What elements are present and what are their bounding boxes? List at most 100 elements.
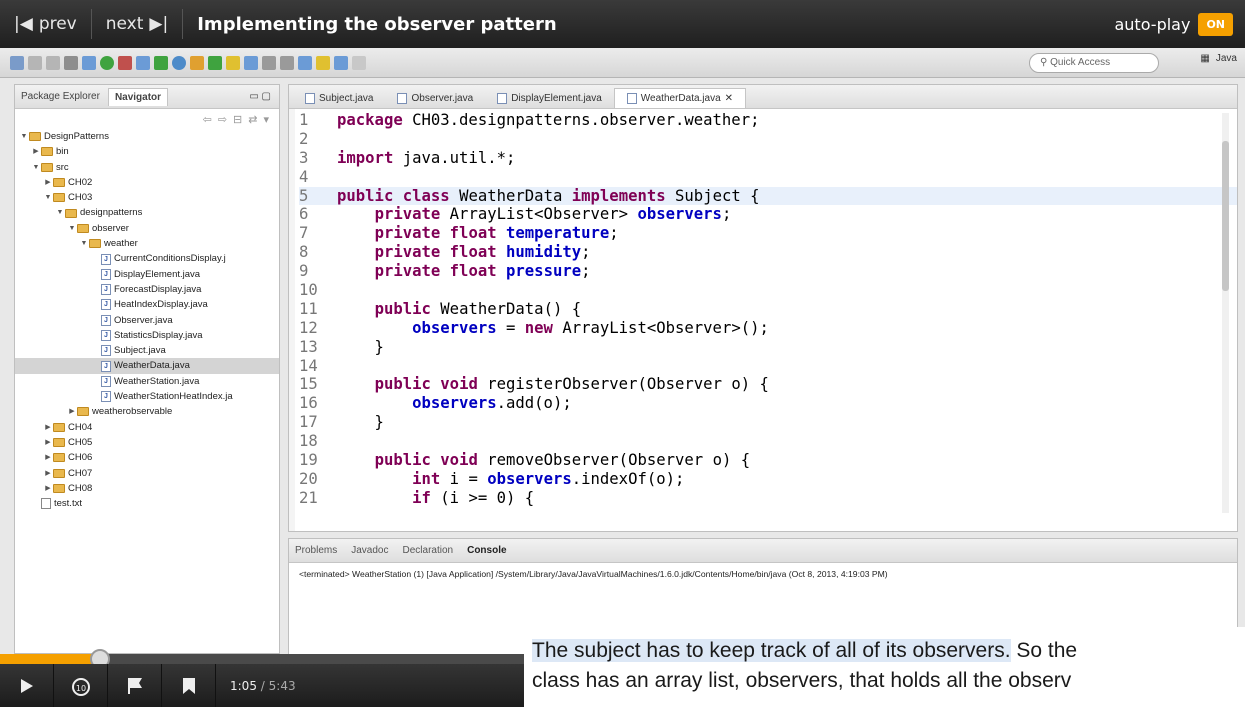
disclosure-triangle-icon[interactable]: ▼ bbox=[43, 190, 53, 205]
tree-item[interactable]: ▶ CH05 bbox=[15, 435, 279, 450]
save-all-icon[interactable] bbox=[46, 55, 60, 70]
disclosure-triangle-icon[interactable]: ▼ bbox=[31, 160, 41, 175]
whitespace-icon[interactable] bbox=[280, 55, 294, 70]
code-line[interactable]: 19 public void removeObserver(Observer o… bbox=[299, 451, 769, 470]
code-line[interactable]: 7 private float temperature; bbox=[299, 224, 769, 243]
code-line[interactable]: 17 } bbox=[299, 413, 769, 432]
disclosure-triangle-icon[interactable]: ▼ bbox=[55, 205, 65, 220]
editor-tab[interactable]: Subject.java bbox=[293, 89, 385, 108]
open-perspective-icon[interactable]: ▦ bbox=[1200, 53, 1209, 64]
code-line[interactable]: 9 private float pressure; bbox=[299, 262, 769, 281]
disclosure-triangle-icon[interactable]: ▶ bbox=[43, 435, 53, 450]
forward-icon[interactable]: ⇨ bbox=[218, 113, 227, 126]
annotation-icon[interactable] bbox=[226, 55, 240, 70]
console-tab[interactable]: Console bbox=[467, 545, 506, 556]
disclosure-triangle-icon[interactable]: ▼ bbox=[67, 221, 77, 236]
code-line[interactable]: 10 bbox=[299, 281, 769, 300]
debug-icon[interactable] bbox=[82, 55, 96, 70]
code-line[interactable]: 21 if (i >= 0) { bbox=[299, 489, 769, 508]
editor-body[interactable]: 1 package CH03.designpatterns.observer.we… bbox=[289, 109, 1237, 531]
bookmark-button[interactable] bbox=[162, 664, 216, 707]
disclosure-triangle-icon[interactable]: ▶ bbox=[67, 404, 77, 419]
forward-icon[interactable] bbox=[352, 55, 366, 70]
scrollbar-thumb[interactable] bbox=[1222, 141, 1229, 291]
back-icon[interactable] bbox=[334, 55, 348, 70]
code-line[interactable]: 6 private ArrayList<Observer> observers; bbox=[299, 205, 769, 224]
code-line[interactable]: 20 int i = observers.indexOf(o); bbox=[299, 470, 769, 489]
disclosure-triangle-icon[interactable]: ▶ bbox=[43, 481, 53, 496]
editor-tab[interactable]: WeatherData.java ✕ bbox=[613, 88, 747, 108]
new-java-project-icon[interactable] bbox=[136, 55, 150, 70]
prev-button[interactable]: |◀ prev bbox=[0, 0, 91, 48]
external-tools-icon[interactable] bbox=[118, 55, 132, 70]
tree-item[interactable]: ▶ CH06 bbox=[15, 450, 279, 465]
search-icon[interactable] bbox=[208, 55, 222, 70]
tree-item[interactable]: J WeatherData.java bbox=[15, 358, 279, 374]
tree-item[interactable]: ▼ src bbox=[15, 160, 279, 175]
tree-item[interactable]: J StatisticsDisplay.java bbox=[15, 328, 279, 343]
console-tab[interactable]: Javadoc bbox=[351, 545, 388, 556]
tree-item[interactable]: J ForecastDisplay.java bbox=[15, 282, 279, 297]
prev-annotation-icon[interactable] bbox=[316, 55, 330, 70]
tree-item[interactable]: J WeatherStationHeatIndex.ja bbox=[15, 389, 279, 404]
tree-item[interactable]: ▶ weatherobservable bbox=[15, 404, 279, 419]
new-icon[interactable] bbox=[10, 55, 24, 70]
link-editor-icon[interactable]: ⇄ bbox=[248, 113, 257, 126]
print-icon[interactable] bbox=[64, 55, 78, 70]
code-line[interactable]: 1 package CH03.designpatterns.observer.we… bbox=[299, 111, 769, 130]
tree-item[interactable]: ▼ designpatterns bbox=[15, 205, 279, 220]
editor-tab[interactable]: Observer.java bbox=[385, 89, 485, 108]
play-button[interactable] bbox=[0, 664, 54, 707]
tree-item[interactable]: J Subject.java bbox=[15, 343, 279, 358]
quick-access-input[interactable]: ⚲ Quick Access bbox=[1029, 53, 1159, 73]
disclosure-triangle-icon[interactable]: ▶ bbox=[31, 144, 41, 159]
toggle-mark-icon[interactable] bbox=[244, 55, 258, 70]
tree-item[interactable]: ▼ DesignPatterns bbox=[15, 129, 279, 144]
disclosure-triangle-icon[interactable]: ▼ bbox=[79, 236, 89, 251]
tree-item[interactable]: ▶ CH02 bbox=[15, 175, 279, 190]
next-button[interactable]: next ▶| bbox=[92, 0, 182, 48]
view-menu-icon[interactable]: ▾ bbox=[263, 113, 269, 126]
tree-item[interactable]: J Observer.java bbox=[15, 313, 279, 328]
flag-button[interactable] bbox=[108, 664, 162, 707]
tree-item[interactable]: J DisplayElement.java bbox=[15, 267, 279, 282]
code-line[interactable]: 16 observers.add(o); bbox=[299, 394, 769, 413]
tab-navigator[interactable]: Navigator bbox=[107, 87, 169, 106]
code-line[interactable]: 18 bbox=[299, 432, 769, 451]
code-line[interactable]: 14 bbox=[299, 357, 769, 376]
console-tab[interactable]: Declaration bbox=[403, 545, 454, 556]
tree-item[interactable]: ▶ CH04 bbox=[15, 420, 279, 435]
code-line[interactable]: 5 public class WeatherData implements Sub… bbox=[299, 186, 1237, 206]
block-selection-icon[interactable] bbox=[262, 55, 276, 70]
open-type-icon[interactable] bbox=[190, 55, 204, 70]
perspective-switcher[interactable]: ▦ Java bbox=[1200, 53, 1237, 64]
java-perspective-label[interactable]: Java bbox=[1216, 53, 1237, 64]
tree-item[interactable]: ▼ CH03 bbox=[15, 190, 279, 205]
disclosure-triangle-icon[interactable]: ▶ bbox=[43, 420, 53, 435]
code-line[interactable]: 3 import java.util.*; bbox=[299, 149, 769, 168]
video-progress-bar[interactable] bbox=[0, 649, 524, 669]
autoplay-toggle[interactable]: auto-play ON bbox=[1114, 12, 1233, 36]
code-line[interactable]: 12 observers = new ArrayList<Observer>()… bbox=[299, 319, 769, 338]
code-line[interactable]: 15 public void registerObserver(Observer… bbox=[299, 375, 769, 394]
tree-item[interactable]: test.txt bbox=[15, 496, 279, 511]
tree-item[interactable]: J CurrentConditionsDisplay.j bbox=[15, 251, 279, 266]
next-annotation-icon[interactable] bbox=[298, 55, 312, 70]
code-area[interactable]: 1 package CH03.designpatterns.observer.we… bbox=[299, 111, 1237, 508]
tree-item[interactable]: ▶ bin bbox=[15, 144, 279, 159]
disclosure-triangle-icon[interactable]: ▶ bbox=[43, 175, 53, 190]
minimize-maximize-icon[interactable]: ▭ ▢ bbox=[249, 91, 279, 102]
tree-item[interactable]: ▼ observer bbox=[15, 221, 279, 236]
editor-tab[interactable]: DisplayElement.java bbox=[485, 89, 614, 108]
console-tab[interactable]: Problems bbox=[295, 545, 337, 556]
code-line[interactable]: 11 public WeatherData() { bbox=[299, 300, 769, 319]
code-line[interactable]: 13 } bbox=[299, 338, 769, 357]
save-icon[interactable] bbox=[28, 55, 42, 70]
rewind-10-button[interactable]: 10 bbox=[54, 664, 108, 707]
run-icon[interactable] bbox=[100, 55, 114, 70]
autoplay-state-badge[interactable]: ON bbox=[1198, 12, 1233, 36]
back-icon[interactable]: ⇦ bbox=[203, 113, 212, 126]
disclosure-triangle-icon[interactable]: ▶ bbox=[43, 466, 53, 481]
tab-package-explorer[interactable]: Package Explorer bbox=[21, 91, 100, 102]
disclosure-triangle-icon[interactable]: ▼ bbox=[19, 129, 29, 144]
